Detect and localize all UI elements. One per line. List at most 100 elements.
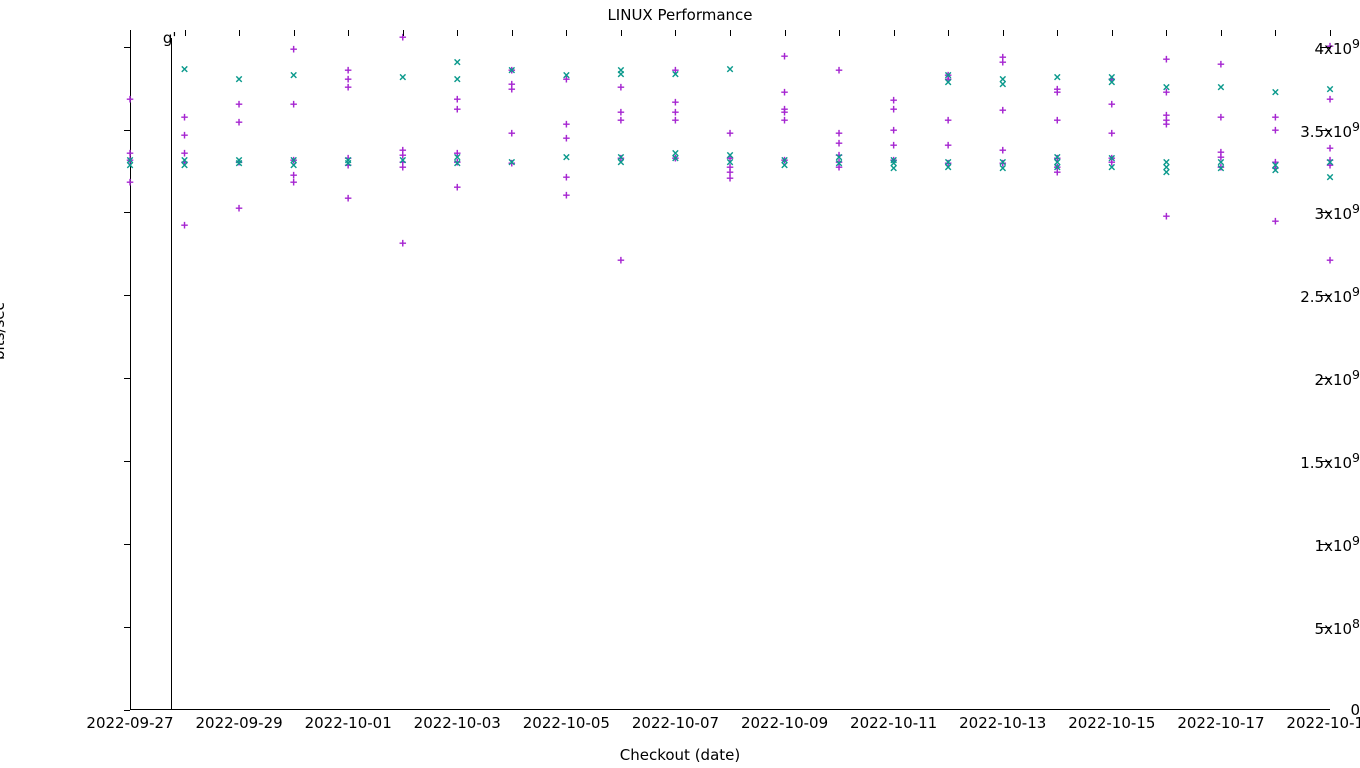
x-tick-top — [839, 30, 840, 36]
y-axis-line — [130, 30, 131, 710]
x-tick-label: 2022-10-11 — [850, 714, 937, 732]
cross-marker: × — [562, 151, 570, 164]
plus-marker: + — [235, 203, 243, 216]
cross-marker: × — [235, 158, 243, 171]
plus-marker: + — [181, 111, 189, 124]
y-tick-label: 5x108 — [1240, 616, 1360, 638]
plot-area: ++++++++++++++++++++++++++++++++++++++++… — [130, 30, 1330, 710]
y-tick — [124, 544, 130, 545]
y-tick-right — [1320, 378, 1330, 379]
y-tick — [124, 627, 130, 628]
plus-marker: + — [1162, 53, 1170, 66]
cross-marker: × — [1108, 77, 1116, 90]
cross-marker: × — [672, 68, 680, 81]
y-tick — [124, 47, 130, 48]
x-tick-top — [294, 30, 295, 36]
x-tick-label: 2022-09-29 — [195, 714, 282, 732]
x-tick-label: 2022-10-03 — [414, 714, 501, 732]
x-tick-label: 2022-10-13 — [959, 714, 1046, 732]
plus-marker: + — [1108, 98, 1116, 111]
y-tick-label: 3x109 — [1240, 201, 1360, 223]
plus-marker: + — [235, 98, 243, 111]
x-tick-top — [621, 30, 622, 36]
cross-marker: × — [453, 73, 461, 86]
plus-marker: + — [562, 171, 570, 184]
x-tick-top — [566, 30, 567, 36]
cross-marker: × — [1272, 87, 1280, 100]
x-tick-label: 2022-10-17 — [1177, 714, 1264, 732]
cross-marker: × — [672, 153, 680, 166]
cross-marker: × — [726, 156, 734, 169]
plus-marker: + — [126, 93, 134, 106]
cross-marker: × — [399, 155, 407, 168]
plus-marker: + — [344, 193, 352, 206]
cross-marker: × — [181, 160, 189, 173]
x-tick-top — [348, 30, 349, 36]
y-tick-right — [1320, 627, 1330, 628]
y-tick-label: 2x109 — [1240, 367, 1360, 389]
y-tick-label: 4x109 — [1240, 36, 1360, 58]
plus-marker: + — [1162, 118, 1170, 131]
y-tick-label: 2.5x109 — [1240, 284, 1360, 306]
cross-marker: × — [508, 65, 516, 78]
cross-marker: × — [890, 163, 898, 176]
plus-marker: + — [781, 50, 789, 63]
x-tick-label: 2022-10-19 — [1286, 714, 1360, 732]
plus-marker: + — [508, 128, 516, 141]
plus-marker: + — [999, 57, 1007, 70]
y-tick — [124, 130, 130, 131]
plus-marker: + — [1053, 87, 1061, 100]
x-tick-top — [403, 30, 404, 36]
x-tick-label: 2022-10-09 — [741, 714, 828, 732]
x-tick-top — [948, 30, 949, 36]
annotation-label: g' — [163, 29, 177, 47]
plus-marker: + — [890, 103, 898, 116]
x-tick-top — [512, 30, 513, 36]
cross-marker: × — [1326, 171, 1334, 184]
plus-marker: + — [835, 65, 843, 78]
cross-marker: × — [344, 158, 352, 171]
y-tick-right — [1320, 130, 1330, 131]
cross-marker: × — [453, 158, 461, 171]
x-axis-label: Checkout (date) — [0, 746, 1360, 764]
plus-marker: + — [617, 115, 625, 128]
plus-marker: + — [890, 140, 898, 153]
cross-marker: × — [1162, 82, 1170, 95]
cross-marker: × — [562, 70, 570, 83]
plus-marker: + — [1217, 111, 1225, 124]
cross-marker: × — [999, 78, 1007, 91]
y-tick — [124, 378, 130, 379]
cross-marker: × — [1272, 164, 1280, 177]
x-tick-top — [730, 30, 731, 36]
y-tick — [124, 461, 130, 462]
plus-marker: + — [562, 133, 570, 146]
plus-marker: + — [453, 103, 461, 116]
plus-marker: + — [781, 115, 789, 128]
y-tick — [124, 710, 130, 711]
x-tick-top — [457, 30, 458, 36]
y-tick-right — [1320, 212, 1330, 213]
cross-marker: × — [617, 156, 625, 169]
annotation-vline — [171, 38, 172, 710]
cross-marker: × — [726, 63, 734, 76]
plus-marker: + — [181, 219, 189, 232]
plus-marker: + — [562, 118, 570, 131]
cross-marker: × — [1326, 156, 1334, 169]
plus-marker: + — [726, 128, 734, 141]
plus-marker: + — [562, 189, 570, 202]
cross-marker: × — [453, 57, 461, 70]
x-tick-top — [675, 30, 676, 36]
y-tick-right — [1320, 461, 1330, 462]
x-tick-top — [1221, 30, 1222, 36]
plus-marker: + — [672, 115, 680, 128]
plus-marker: + — [1217, 58, 1225, 71]
y-tick — [124, 212, 130, 213]
plus-marker: + — [999, 105, 1007, 118]
plus-marker: + — [290, 98, 298, 111]
y-tick-right — [1320, 47, 1330, 48]
plus-marker: + — [617, 82, 625, 95]
plus-marker: + — [617, 254, 625, 267]
cross-marker: × — [835, 158, 843, 171]
y-tick-right — [1320, 295, 1330, 296]
cross-marker: × — [290, 70, 298, 83]
